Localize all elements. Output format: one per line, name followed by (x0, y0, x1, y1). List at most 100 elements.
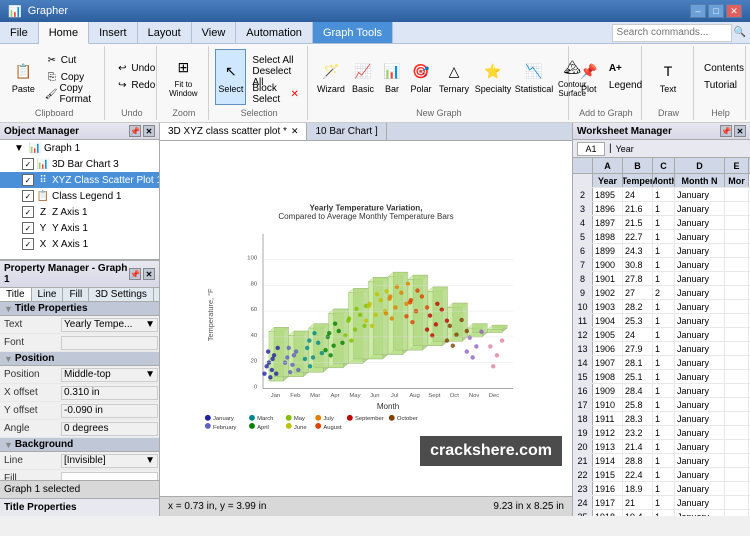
ws-row[interactable]: 23 1916 18.9 1 January (573, 482, 750, 496)
prop-value-angle[interactable]: 0 degrees (61, 422, 158, 436)
ws-row[interactable]: 19 1912 23.2 1 January (573, 426, 750, 440)
tab-layout[interactable]: Layout (138, 22, 192, 43)
ws-row[interactable]: 5 1898 22.7 1 January (573, 230, 750, 244)
ws-pin-button[interactable]: 📌 (720, 125, 732, 137)
ws-row[interactable]: 16 1909 28.4 1 January (573, 384, 750, 398)
ws-col-a-header[interactable]: A (593, 158, 623, 173)
prop-value-position[interactable]: Middle-top ▼ (61, 368, 158, 382)
tree-item-xaxis[interactable]: ✓ X X Axis 1 (0, 236, 159, 252)
ws-row[interactable]: 12 1905 24 1 January (573, 328, 750, 342)
tree-item-zaxis[interactable]: ✓ Z Z Axis 1 (0, 204, 159, 220)
tab-automation[interactable]: Automation (236, 22, 313, 43)
minimize-button[interactable]: – (690, 4, 706, 18)
tab-view[interactable]: View (192, 22, 237, 43)
contents-button[interactable]: Contents (700, 61, 748, 77)
plot-button[interactable]: 📌 Plot (575, 49, 603, 105)
bar-button[interactable]: 📊 Bar (378, 49, 406, 105)
prop-tab-3d[interactable]: 3D Settings (89, 288, 154, 301)
block-select-button[interactable]: Block Select ✕ (248, 86, 303, 102)
prop-pin-button[interactable]: 📌 (129, 268, 141, 280)
tree-checkbox-legend1[interactable]: ✓ (22, 190, 34, 202)
specialty-button[interactable]: ⭐ Specialty (473, 49, 513, 105)
redo-button[interactable]: ↪ Redo (111, 78, 159, 94)
ws-row[interactable]: 7 1900 30.8 1 January (573, 258, 750, 272)
ws-row[interactable]: 3 1896 21.6 1 January (573, 202, 750, 216)
prop-tab-title[interactable]: Title (0, 288, 32, 301)
bg-collapse-icon[interactable]: ▼ (4, 440, 13, 450)
close-button[interactable]: ✕ (726, 4, 742, 18)
tree-item-scatter1[interactable]: ✓ ⠿ XYZ Class Scatter Plot 1 (0, 172, 159, 188)
prop-close-button[interactable]: ✕ (143, 268, 155, 280)
prop-value-font[interactable] (61, 336, 158, 350)
paste-button[interactable]: 📋 Paste (8, 49, 39, 105)
ws-row[interactable]: 22 1915 22.4 1 January (573, 468, 750, 482)
ws-row[interactable]: 10 1903 28.2 1 January (573, 300, 750, 314)
ws-row[interactable]: 24 1917 21 1 January (573, 496, 750, 510)
tab-graph-tools[interactable]: Graph Tools (313, 22, 393, 43)
prop-value-text[interactable]: Yearly Tempe... ▼ (61, 318, 158, 332)
text-button[interactable]: T Text (648, 49, 688, 105)
ws-row[interactable]: 2 1895 24 1 January (573, 188, 750, 202)
ws-row[interactable]: 13 1906 27.9 1 January (573, 342, 750, 356)
panel-pin-button[interactable]: 📌 (129, 125, 141, 137)
ws-row[interactable]: 8 1901 27.8 1 January (573, 272, 750, 286)
ws-row[interactable]: 11 1904 25.3 1 January (573, 314, 750, 328)
wizard-button[interactable]: 🪄 Wizard (314, 49, 348, 105)
tree-item-legend1[interactable]: ✓ 📋 Class Legend 1 (0, 188, 159, 204)
ws-row[interactable]: 4 1897 21.5 1 January (573, 216, 750, 230)
ws-row[interactable]: 6 1899 24.3 1 January (573, 244, 750, 258)
prop-value-line[interactable]: [Invisible] ▼ (61, 454, 158, 468)
collapse-icon[interactable]: ▼ (4, 304, 13, 314)
tab-insert[interactable]: Insert (89, 22, 138, 43)
prop-tab-line[interactable]: Line (32, 288, 64, 301)
ws-row[interactable]: 17 1910 25.8 1 January (573, 398, 750, 412)
ws-row[interactable]: 14 1907 28.1 1 January (573, 356, 750, 370)
select-button[interactable]: ↖ Select (215, 49, 246, 105)
polar-button[interactable]: 🎯 Polar (407, 49, 435, 105)
ws-close-button[interactable]: ✕ (734, 125, 746, 137)
ws-row[interactable]: 18 1911 28.3 1 January (573, 412, 750, 426)
tree-checkbox-xaxis[interactable]: ✓ (22, 238, 34, 250)
prop-tab-fill[interactable]: Fill (63, 288, 89, 301)
undo-button[interactable]: ↩ Undo (111, 61, 159, 77)
ws-row[interactable]: 25 1918 19.4 1 January (573, 510, 750, 516)
prop-value-yoffset[interactable]: -0.090 in (61, 404, 158, 418)
a-plus-button[interactable]: A+ (605, 61, 646, 77)
tree-item-yaxis[interactable]: ✓ Y Y Axis 1 (0, 220, 159, 236)
cell-ref-display[interactable]: A1 (577, 142, 605, 156)
fit-window-button[interactable]: ⊞ Fit to Window (163, 49, 203, 105)
tree-checkbox-yaxis[interactable]: ✓ (22, 222, 34, 234)
ws-row[interactable]: Year Temper Month Month N Mor (573, 174, 750, 188)
position-collapse-icon[interactable]: ▼ (4, 354, 13, 364)
tab-file[interactable]: File (0, 22, 39, 43)
tree-item-bar3[interactable]: ✓ 📊 3D Bar Chart 3 (0, 156, 159, 172)
statistical-button[interactable]: 📉 Statistical (514, 49, 554, 105)
cut-button[interactable]: ✂ Cut (41, 52, 101, 68)
ws-col-c-header[interactable]: C (653, 158, 675, 173)
tab-home[interactable]: Home (39, 22, 89, 44)
legend-button[interactable]: Legend (605, 78, 646, 94)
ternary-button[interactable]: △ Ternary (436, 49, 472, 105)
doc-tab-close-scatter[interactable]: ✕ (291, 126, 299, 137)
maximize-button[interactable]: □ (708, 4, 724, 18)
tree-checkbox-bar3[interactable]: ✓ (22, 158, 34, 170)
basic-button[interactable]: 📈 Basic (349, 49, 377, 105)
tree-checkbox-scatter1[interactable]: ✓ (22, 174, 34, 186)
ws-col-b-header[interactable]: B (623, 158, 653, 173)
ws-row[interactable]: 21 1914 28.8 1 January (573, 454, 750, 468)
ws-row[interactable]: 15 1908 25.1 1 January (573, 370, 750, 384)
tree-checkbox-zaxis[interactable]: ✓ (22, 206, 34, 218)
ws-col-d-header[interactable]: D (675, 158, 725, 173)
search-icon[interactable]: 🔍 (734, 27, 746, 38)
doc-tab-scatter[interactable]: 3D XYZ class scatter plot * ✕ (160, 123, 307, 140)
prop-value-xoffset[interactable]: 0.310 in (61, 386, 158, 400)
tutorial-button[interactable]: Tutorial (700, 78, 748, 94)
tree-item-graph1[interactable]: ▼ 📊 Graph 1 (0, 140, 159, 156)
ws-col-e-header[interactable]: E (725, 158, 749, 173)
ws-row[interactable]: 20 1913 21.4 1 January (573, 440, 750, 454)
panel-close-button[interactable]: ✕ (143, 125, 155, 137)
ws-row[interactable]: 9 1902 27 2 January (573, 286, 750, 300)
prop-value-fill[interactable] (61, 472, 158, 481)
copy-format-button[interactable]: 🖌 Copy Format (41, 86, 101, 102)
doc-tab-bar[interactable]: 10 Bar Chart ] (307, 123, 386, 140)
